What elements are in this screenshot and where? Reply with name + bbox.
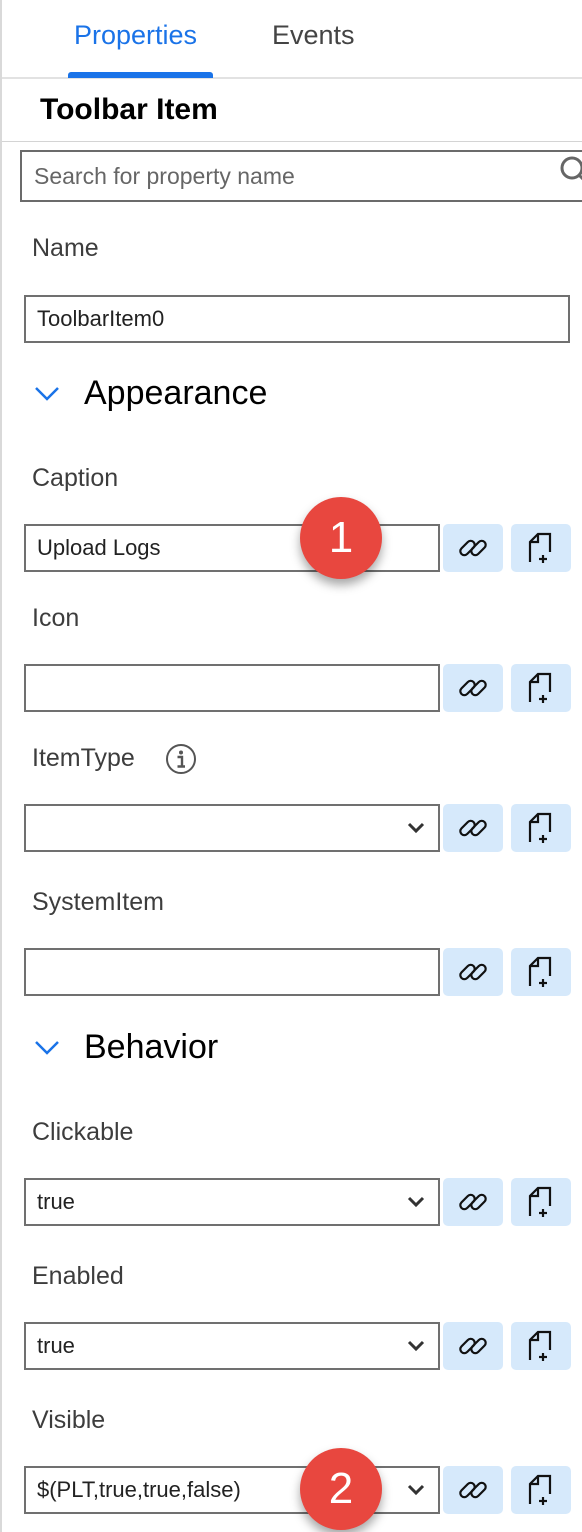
systemitem-bind-button[interactable] [443,948,503,996]
link-icon [459,963,487,981]
caption-new-button[interactable] [511,524,571,572]
link-icon [459,539,487,557]
tab-events[interactable]: Events [272,20,355,51]
enabled-label: Enabled [32,1262,124,1290]
itemtype-bind-button[interactable] [443,804,503,852]
info-icon[interactable] [165,743,197,775]
new-document-icon [528,1330,552,1361]
group-appearance[interactable]: Appearance [32,374,267,413]
visible-bind-button[interactable] [443,1466,503,1514]
link-icon [459,1193,487,1211]
visible-label: Visible [32,1406,106,1434]
new-document-icon [528,672,552,703]
itemtype-new-button[interactable] [511,804,571,852]
active-tab-indicator [68,72,213,78]
clickable-bind-button[interactable] [443,1178,503,1226]
chevron-down-icon [35,1040,59,1055]
enabled-select[interactable]: true [24,1322,440,1370]
new-document-icon [528,812,552,843]
link-icon [459,1481,487,1499]
visible-new-button[interactable] [511,1466,571,1514]
enabled-bind-button[interactable] [443,1322,503,1370]
search-input[interactable] [20,150,582,202]
link-icon [459,819,487,837]
chevron-down-icon [407,1196,425,1208]
new-document-icon [528,1474,552,1505]
systemitem-new-button[interactable] [511,948,571,996]
enabled-new-button[interactable] [511,1322,571,1370]
property-list[interactable]: Name ToolbarItem0 Appearance Caption Upl… [2,142,582,1532]
link-icon [459,679,487,697]
clickable-label: Clickable [32,1118,134,1146]
group-appearance-label: Appearance [84,374,268,412]
systemitem-field[interactable] [24,948,440,996]
itemtype-label: ItemType [32,744,135,772]
chevron-down-icon [407,1340,425,1352]
group-behavior-label: Behavior [84,1028,219,1066]
annotation-badge-1: 1 [300,497,382,579]
chevron-down-icon [407,1484,425,1496]
icon-field[interactable] [24,664,440,712]
clickable-new-button[interactable] [511,1178,571,1226]
group-behavior[interactable]: Behavior [32,1028,218,1067]
icon-new-button[interactable] [511,664,571,712]
link-icon [459,1337,487,1355]
caption-label: Caption [32,464,119,492]
caption-bind-button[interactable] [443,524,503,572]
chevron-down-icon [35,386,59,401]
properties-panel: Properties Events Toolbar Item Name Tool… [0,0,582,1532]
panel-title: Toolbar Item [40,93,218,126]
chevron-down-icon [407,822,425,834]
name-label: Name [32,234,99,262]
name-field[interactable]: ToolbarItem0 [24,295,570,343]
enabled-value: true [37,1333,75,1358]
tab-bar: Properties Events [2,0,582,79]
systemitem-label: SystemItem [32,888,164,916]
icon-bind-button[interactable] [443,664,503,712]
clickable-select[interactable]: true [24,1178,440,1226]
icon-label: Icon [32,604,80,632]
new-document-icon [528,1186,552,1217]
itemtype-select[interactable] [24,804,440,852]
new-document-icon [528,956,552,987]
tab-properties[interactable]: Properties [74,20,197,51]
search-icon[interactable] [558,154,582,188]
new-document-icon [528,532,552,563]
name-value: ToolbarItem0 [37,306,165,331]
clickable-value: true [37,1189,75,1214]
annotation-badge-2: 2 [300,1448,382,1530]
